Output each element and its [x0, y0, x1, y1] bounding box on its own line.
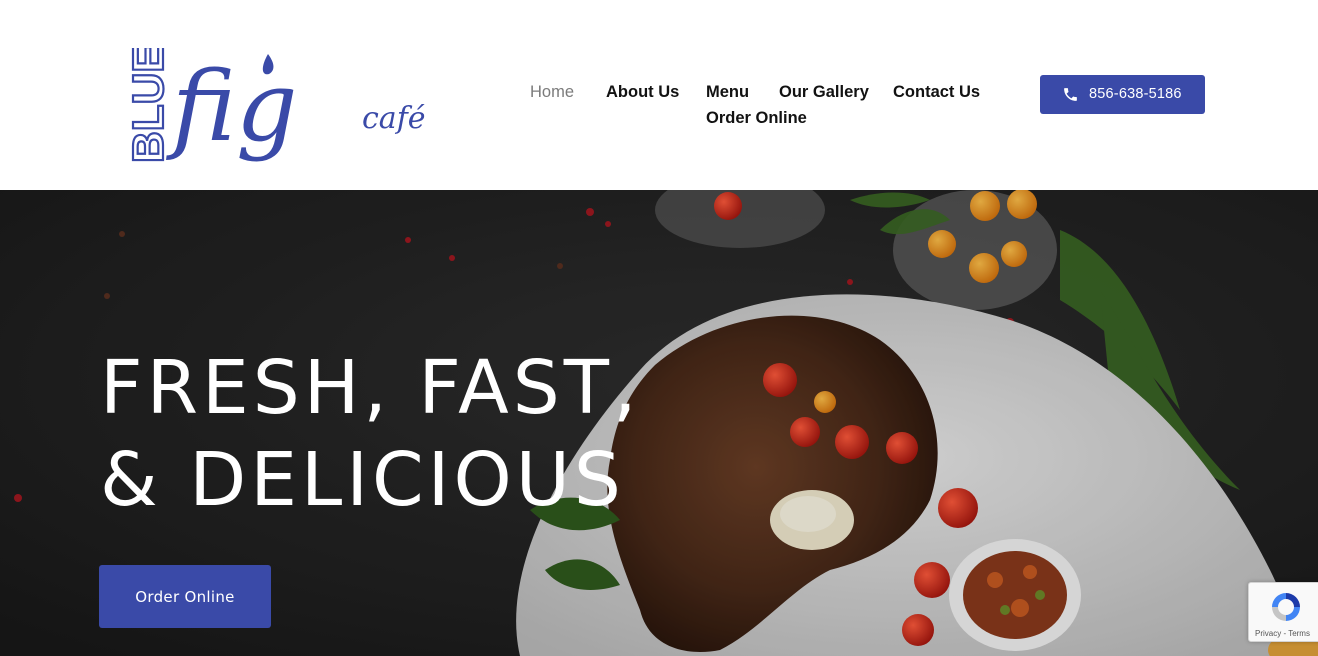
phone-button[interactable]: 856-638-5186	[1040, 75, 1205, 114]
phone-number: 856-638-5186	[1089, 86, 1182, 102]
nav-order-online[interactable]: Order Online	[706, 109, 807, 128]
nav-about-us[interactable]: About Us	[606, 83, 679, 102]
brand-logo[interactable]: BLUE fig café	[118, 48, 450, 166]
nav-home[interactable]: Home	[530, 83, 574, 102]
nav-menu[interactable]: Menu	[706, 83, 749, 102]
logo-fig-text: fig	[166, 51, 297, 163]
phone-icon	[1062, 86, 1079, 103]
site-header: BLUE fig café Home About Us Menu Our Gal…	[0, 0, 1318, 190]
nav-contact-us[interactable]: Contact Us	[893, 83, 980, 102]
recaptcha-badge[interactable]: Privacy - Terms	[1248, 582, 1318, 642]
logo-cafe-text: café	[362, 101, 426, 136]
logo-blue-text: BLUE	[124, 48, 173, 163]
recaptcha-icon	[1272, 593, 1300, 621]
order-online-button[interactable]: Order Online	[99, 565, 271, 628]
hero-headline-line2: & DELICIOUS	[100, 437, 625, 523]
hero-headline: FRESH, FAST, & DELICIOUS	[100, 342, 720, 526]
hero-headline-line1: FRESH, FAST,	[100, 345, 641, 431]
recaptcha-privacy-terms[interactable]: Privacy - Terms	[1255, 629, 1310, 638]
hero-section: FRESH, FAST, & DELICIOUS Order Online	[0, 190, 1318, 656]
main-nav: Home About Us Menu Our Gallery Contact U…	[516, 79, 996, 139]
nav-our-gallery[interactable]: Our Gallery	[779, 83, 869, 102]
